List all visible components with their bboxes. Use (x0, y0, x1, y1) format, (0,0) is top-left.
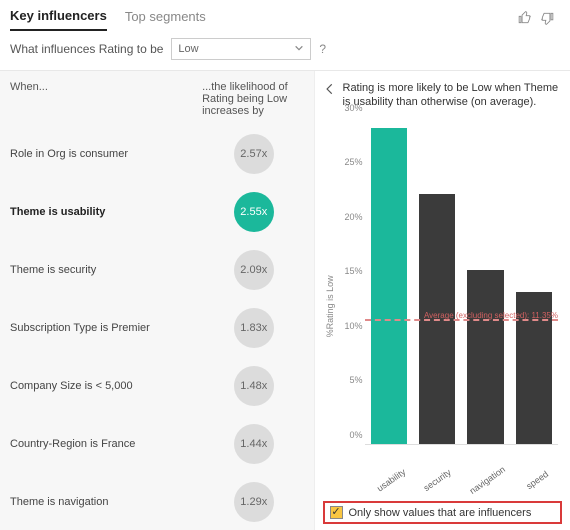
back-arrow-icon[interactable] (323, 81, 337, 100)
only-influencers-checkbox[interactable]: ✓ (330, 506, 343, 519)
dropdown-selected-value: Low (178, 43, 198, 55)
influencer-factor-badge: 2.09x (234, 250, 274, 290)
chevron-down-icon (294, 43, 304, 56)
tab-key-influencers[interactable]: Key influencers (10, 8, 107, 31)
column-header-likelihood: ...the likelihood of Rating being Low in… (202, 81, 305, 117)
influencer-label: Subscription Type is Premier (10, 322, 202, 334)
y-tick-label: 25% (339, 157, 363, 167)
thumbs-up-icon[interactable] (518, 11, 532, 28)
question-prefix: What influences Rating to be (10, 42, 163, 56)
influencer-label: Company Size is < 5,000 (10, 380, 202, 392)
chart-bar (467, 270, 503, 444)
influencer-factor-badge: 2.57x (234, 134, 274, 174)
influencer-factor-badge: 2.55x (234, 192, 274, 232)
x-tick-label: navigation (468, 464, 507, 496)
y-tick-label: 20% (339, 212, 363, 222)
y-tick-label: 15% (339, 266, 363, 276)
influencer-label: Theme is navigation (10, 496, 202, 508)
y-tick-label: 0% (339, 430, 363, 440)
thumbs-down-icon[interactable] (540, 11, 554, 28)
influencer-row[interactable]: Theme is usability 2.55x (10, 183, 306, 241)
influencer-factor-badge: 1.44x (234, 424, 274, 464)
chart-bar (371, 128, 407, 444)
influencer-row[interactable]: Theme is security 2.09x (10, 241, 306, 299)
y-tick-label: 10% (339, 321, 363, 331)
y-tick-label: 30% (339, 103, 363, 113)
column-header-when: When... (10, 81, 202, 117)
influencer-label: Country-Region is France (10, 438, 202, 450)
influencer-label: Role in Org is consumer (10, 148, 202, 160)
tab-top-segments[interactable]: Top segments (125, 9, 206, 30)
only-influencers-callout: ✓ Only show values that are influencers (323, 501, 563, 524)
x-tick-label: security (420, 466, 454, 494)
rating-value-dropdown[interactable]: Low (171, 38, 311, 60)
influencer-row[interactable]: Company Size is < 5,000 1.48x (10, 357, 306, 415)
chart-bar (419, 194, 455, 444)
influencer-label: Theme is usability (10, 206, 202, 218)
influencer-row[interactable]: Subscription Type is Premier 1.83x (10, 299, 306, 357)
influencer-factor-badge: 1.48x (234, 366, 274, 406)
x-tick-label: speed (520, 466, 554, 494)
influencer-row[interactable]: Country-Region is France 1.44x (10, 415, 306, 473)
question-mark: ? (319, 42, 326, 56)
only-influencers-label: Only show values that are influencers (349, 507, 532, 519)
influencer-factor-badge: 1.29x (234, 482, 274, 522)
chart-bar (516, 292, 552, 444)
influencer-label: Theme is security (10, 264, 202, 276)
influencer-factor-badge: 1.83x (234, 308, 274, 348)
influencer-row[interactable]: Theme is navigation 1.29x (10, 473, 306, 530)
influencer-row[interactable]: Role in Org is consumer 2.57x (10, 125, 306, 183)
y-tick-label: 5% (339, 375, 363, 385)
y-axis-label: %Rating is Low (323, 118, 337, 495)
detail-headline: Rating is more likely to be Low when The… (343, 81, 563, 110)
x-tick-label: usability (374, 466, 408, 494)
influencer-bar-chart: %Rating is Low usability security navigati… (323, 118, 563, 495)
